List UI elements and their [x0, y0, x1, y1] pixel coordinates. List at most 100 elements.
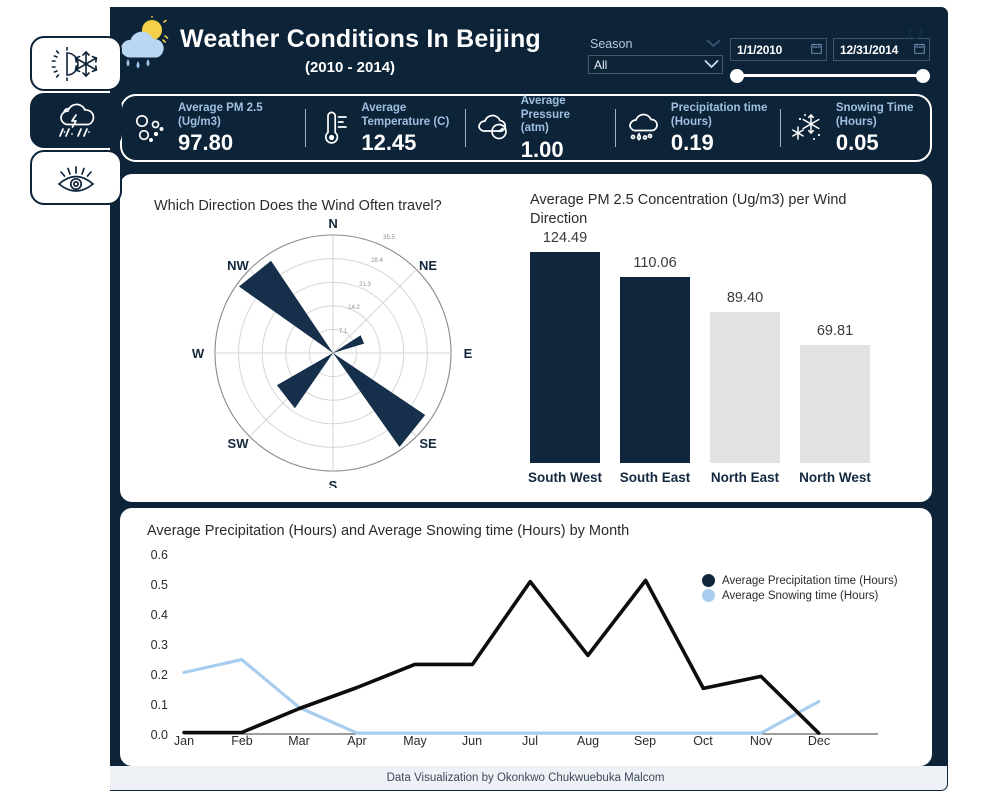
kpi-label-line2: (Hours) — [835, 115, 877, 128]
bar-column[interactable]: 124.49 — [530, 230, 600, 463]
kpi-value: 1.00 — [520, 136, 564, 162]
sidebar-item-temperature[interactable] — [30, 36, 122, 91]
x-axis-tick: Feb — [231, 734, 253, 748]
chevron-down-icon[interactable] — [706, 35, 721, 53]
date-range-filter[interactable]: 1/1/2010 12/31/2014 — [730, 38, 930, 83]
x-axis-tick: Jun — [461, 734, 483, 748]
date-range-slider[interactable] — [730, 69, 930, 83]
x-axis-tick: Jul — [522, 734, 538, 748]
kpi-text-block: Precipitation time (Hours) 0.19 — [671, 102, 768, 154]
kpi-value: 0.19 — [670, 130, 714, 156]
kpi-label-line2: (atm) — [520, 122, 549, 135]
kpi-label-line2: Temperature (C) — [361, 115, 450, 128]
season-filter-header: Season — [588, 35, 723, 55]
kpi-label-line2: (Hours) — [670, 115, 712, 128]
monthly-line-chart[interactable]: 0.6 0.5 0.4 0.3 0.2 0.1 0.0 Jan Feb Mar … — [136, 544, 922, 756]
svg-text:S: S — [329, 478, 338, 488]
particles-icon — [128, 113, 172, 143]
legend-item-snowing[interactable]: Average Snowing time (Hours) — [702, 589, 898, 602]
bar-value-label: 110.06 — [633, 255, 677, 271]
chevron-down-icon[interactable] — [704, 56, 719, 74]
svg-text:SE: SE — [419, 436, 437, 451]
refresh-icon[interactable] — [909, 26, 922, 39]
page-subtitle: (2010 - 2014) — [304, 59, 396, 76]
x-axis-tick: Dec — [807, 734, 831, 748]
kpi-precipitation-time: Precipitation time (Hours) 0.19 — [614, 102, 780, 154]
svg-text:28.4: 28.4 — [371, 258, 383, 264]
kpi-text-block: Average Temperature (C) 12.45 — [361, 102, 449, 154]
bar-value-label: 69.81 — [816, 323, 854, 339]
thermometer-icon — [311, 110, 355, 146]
start-date-field[interactable]: 1/1/2010 — [730, 38, 827, 61]
sun-snowflake-icon — [45, 46, 107, 81]
legend-label: Average Precipitation time (Hours) — [722, 574, 898, 587]
dashboard-window: Weather Conditions In Beijing (2010 - 20… — [104, 8, 947, 790]
kpi-label-line1: Average Pressure — [520, 95, 570, 121]
top-charts-card: Which Direction Does the Wind Often trav… — [120, 174, 932, 502]
sidebar-item-visibility[interactable] — [30, 150, 122, 205]
snowflake-icon — [786, 111, 830, 145]
svg-text:21.3: 21.3 — [359, 282, 371, 288]
pressure-icon — [471, 114, 515, 142]
x-axis-tick: Sep — [633, 734, 657, 748]
bar-column[interactable]: 110.06 — [620, 255, 690, 463]
legend-color-swatch — [702, 589, 715, 602]
bar-category-label: North West — [799, 470, 871, 485]
svg-text:E: E — [464, 346, 473, 361]
sidebar-item-precipitation[interactable] — [30, 93, 122, 148]
svg-text:35.5: 35.5 — [383, 235, 395, 241]
x-axis-tick: May — [403, 734, 427, 748]
pm25-bar-chart[interactable]: 124.49 South West 110.06 South East 89.4… — [524, 230, 914, 487]
legend-item-precipitation[interactable]: Average Precipitation time (Hours) — [702, 574, 898, 587]
kpi-text-block: Average PM 2.5 (Ug/m3) 97.80 — [178, 102, 263, 154]
bar-rect[interactable] — [710, 312, 780, 463]
svg-text:NE: NE — [419, 258, 437, 273]
kpi-average-pm25: Average PM 2.5 (Ug/m3) 97.80 — [122, 102, 305, 154]
kpi-value: 0.05 — [835, 130, 879, 156]
kpi-snowing-time: Snowing Time (Hours) 0.05 — [779, 101, 930, 156]
bar-rect[interactable] — [800, 345, 870, 463]
calendar-icon[interactable] — [914, 41, 925, 59]
slider-handle-end[interactable] — [916, 69, 930, 83]
slider-handle-start[interactable] — [730, 69, 744, 83]
x-axis-tick: Aug — [576, 734, 600, 748]
bar-column[interactable]: 69.81 — [800, 323, 870, 463]
calendar-icon[interactable] — [811, 41, 822, 59]
svg-text:SW: SW — [228, 436, 250, 451]
season-filter[interactable]: Season All — [588, 35, 723, 74]
svg-text:NW: NW — [227, 258, 249, 273]
kpi-value: 97.80 — [178, 130, 234, 156]
x-axis-tick: Apr — [347, 734, 367, 748]
page-title: Weather Conditions In Beijing — [180, 25, 541, 53]
kpi-divider — [779, 109, 781, 147]
kpi-average-temperature: Average Temperature (C) 12.45 — [305, 102, 464, 154]
x-axis-tick: Jan — [173, 734, 195, 748]
kpi-label-line1: Average PM 2.5 — [178, 101, 263, 114]
date-boxes: 1/1/2010 12/31/2014 — [730, 38, 930, 61]
svg-text:14.2: 14.2 — [348, 305, 360, 311]
eye-icon — [45, 160, 107, 196]
svg-text:N: N — [328, 218, 337, 231]
wind-rose-chart[interactable]: 7.1 14.2 21.3 28.4 35.5 N NE E SE S SW W… — [148, 216, 518, 493]
title-block: Weather Conditions In Beijing (2010 - 20… — [180, 25, 541, 77]
dashboard-footer: Data Visualization by Okonkwo Chukwuebuk… — [104, 766, 947, 790]
end-date-field[interactable]: 12/31/2014 — [833, 38, 930, 61]
kpi-label-line1: Average — [361, 101, 407, 114]
rain-cloud-icon — [621, 112, 665, 144]
line-chart-legend[interactable]: Average Precipitation time (Hours) Avera… — [702, 574, 898, 604]
kpi-label-line1: Snowing Time — [835, 101, 914, 114]
bar-column[interactable]: 89.40 — [710, 290, 780, 463]
bar-rect[interactable] — [530, 252, 600, 463]
series-snowing-line — [182, 657, 821, 735]
kpi-summary-bar: Average PM 2.5 (Ug/m3) 97.80 Average Tem… — [120, 94, 932, 162]
line-chart-card: Average Precipitation (Hours) and Averag… — [120, 508, 932, 766]
kpi-text-block: Average Pressure (atm) 1.00 — [521, 95, 609, 161]
bar-value-label: 124.49 — [542, 230, 588, 246]
season-selected-value: All — [594, 57, 608, 72]
season-select[interactable]: All — [588, 55, 723, 74]
bar-rect[interactable] — [620, 277, 690, 463]
bar-value-label: 89.40 — [726, 290, 764, 306]
slider-track[interactable] — [737, 74, 923, 77]
svg-text:W: W — [192, 346, 205, 361]
line-chart-title: Average Precipitation (Hours) and Averag… — [147, 523, 630, 539]
